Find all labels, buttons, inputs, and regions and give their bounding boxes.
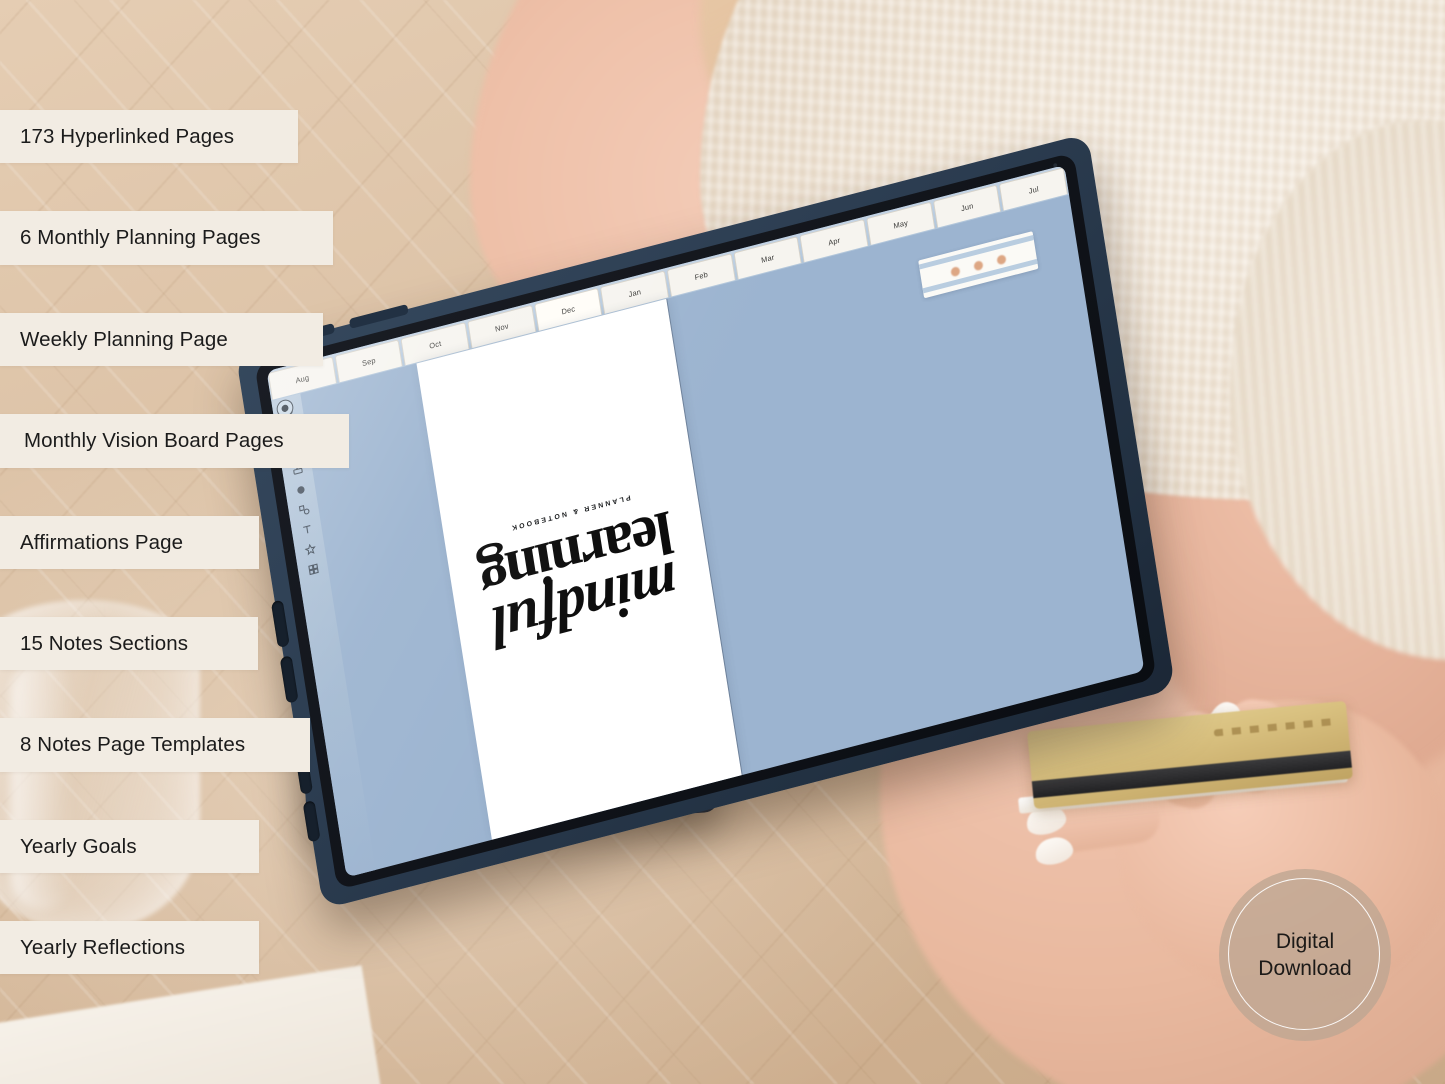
feature-chip-label: Affirmations Page	[20, 530, 184, 554]
feature-chip: Weekly Planning Page	[0, 313, 323, 366]
digital-download-badge: Digital Download	[1219, 869, 1391, 1041]
badge-label: Digital Download	[1258, 928, 1351, 983]
feature-chip: Yearly Reflections	[0, 921, 259, 974]
feature-chip-label: Weekly Planning Page	[20, 327, 228, 351]
text-icon[interactable]	[299, 522, 314, 538]
feature-chip-label: Yearly Goals	[20, 834, 137, 858]
color-dot-icon[interactable]	[293, 482, 308, 498]
feature-chip-label: 6 Monthly Planning Pages	[20, 226, 261, 249]
month-tab-apr[interactable]: Apr	[799, 218, 869, 263]
planner-cover-page: mindful learning PLANNER & NOTEBOOK	[416, 298, 742, 840]
cover-title: mindful learning	[476, 499, 684, 662]
month-tab-may[interactable]: May	[866, 201, 935, 246]
feature-chip: 8 Notes Page Templates	[0, 718, 310, 772]
page-thumbnail-strip[interactable]	[918, 231, 1039, 299]
feature-chip: 6 Monthly Planning Pages	[0, 211, 333, 265]
feature-chip: Yearly Goals	[0, 820, 259, 873]
month-tab-feb[interactable]: Feb	[666, 253, 736, 297]
month-tab-jun[interactable]: Jun	[932, 184, 1002, 228]
grid-icon[interactable]	[306, 561, 321, 577]
badge-line2: Download	[1258, 957, 1352, 980]
thumbnail-content	[943, 248, 1014, 283]
month-tab-mar[interactable]: Mar	[733, 235, 803, 280]
card-embossed-digits	[1213, 718, 1334, 737]
feature-chip: 173 Hyperlinked Pages	[0, 110, 298, 163]
feature-chip-label: Yearly Reflections	[20, 935, 186, 959]
feature-chip: Monthly Vision Board Pages	[0, 414, 349, 468]
feature-chip-label: 173 Hyperlinked Pages	[20, 124, 235, 148]
feature-chip-label: 8 Notes Page Templates	[20, 733, 246, 756]
month-tab-sep[interactable]: Sep	[334, 339, 404, 383]
feature-chip-label: Monthly Vision Board Pages	[24, 429, 284, 452]
feature-chip: 15 Notes Sections	[0, 617, 258, 670]
month-tab-jul[interactable]: Jul	[999, 167, 1068, 211]
badge-line1: Digital	[1275, 929, 1335, 953]
feature-chip: Affirmations Page	[0, 516, 259, 569]
feature-chip-label: 15 Notes Sections	[20, 631, 189, 655]
shapes-icon[interactable]	[296, 502, 311, 518]
sticker-icon[interactable]	[303, 542, 318, 558]
